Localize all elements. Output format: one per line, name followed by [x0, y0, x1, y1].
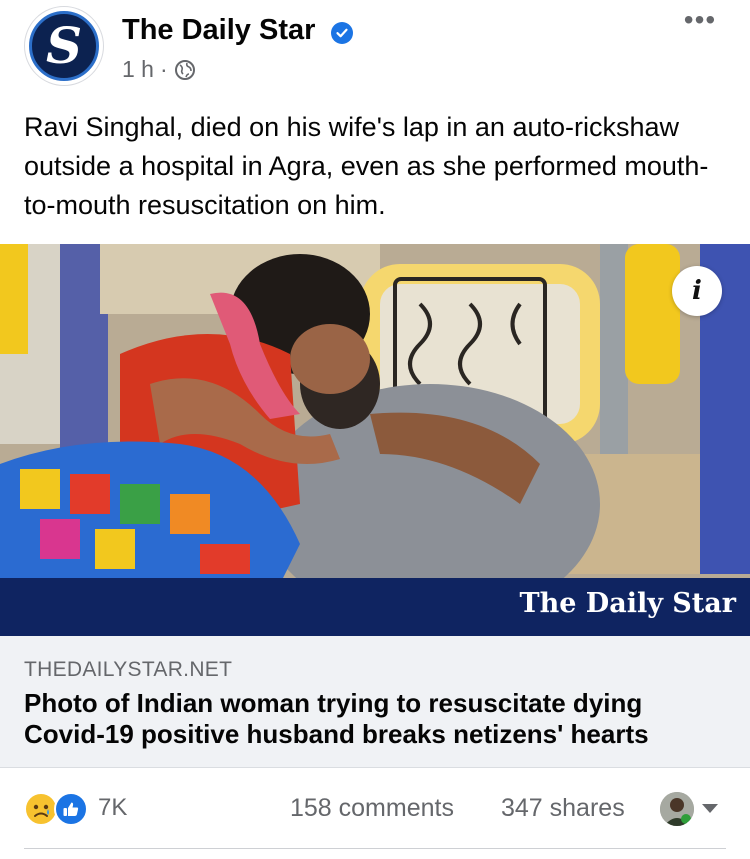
- globe-icon: [174, 59, 195, 80]
- meta-separator: ·: [159, 56, 168, 82]
- watermark-band: The Daily Star: [0, 578, 750, 636]
- link-domain: THEDAILYSTAR.NET: [24, 658, 233, 681]
- daily-star-logo: S: [29, 11, 99, 81]
- comments-count-link[interactable]: 158 comments: [290, 794, 454, 823]
- chevron-down-icon[interactable]: [702, 804, 718, 813]
- logo-letter: S: [45, 16, 83, 75]
- page-name-link[interactable]: The Daily Star: [122, 14, 315, 47]
- post-caption: Ravi Singhal, died on his wife's lap in …: [24, 112, 709, 220]
- verified-badge-icon: [331, 22, 353, 44]
- post-meta: 1 h ·: [122, 56, 196, 83]
- link-preview[interactable]: THEDAILYSTAR.NET Photo of Indian woman t…: [0, 636, 750, 768]
- like-reaction-icon: [54, 792, 88, 826]
- reaction-count[interactable]: 7K: [98, 794, 127, 822]
- post-header: S The Daily Star 1 h · •••: [0, 0, 750, 100]
- engagement-bar: 7K 158 comments 347 shares: [0, 790, 750, 830]
- shares-count-link[interactable]: 347 shares: [501, 794, 625, 823]
- more-options-icon[interactable]: •••: [680, 6, 720, 40]
- post-timestamp[interactable]: 1 h: [122, 56, 154, 83]
- info-icon[interactable]: i: [672, 266, 722, 316]
- reaction-icons[interactable]: [24, 790, 94, 826]
- action-divider: [24, 848, 726, 849]
- link-headline: Photo of Indian woman trying to resuscit…: [24, 688, 649, 749]
- sad-reaction-icon: [24, 792, 58, 826]
- photo-watermark: The Daily Star: [519, 588, 736, 619]
- viewer-avatar[interactable]: [660, 792, 694, 826]
- page-avatar[interactable]: S: [24, 6, 104, 86]
